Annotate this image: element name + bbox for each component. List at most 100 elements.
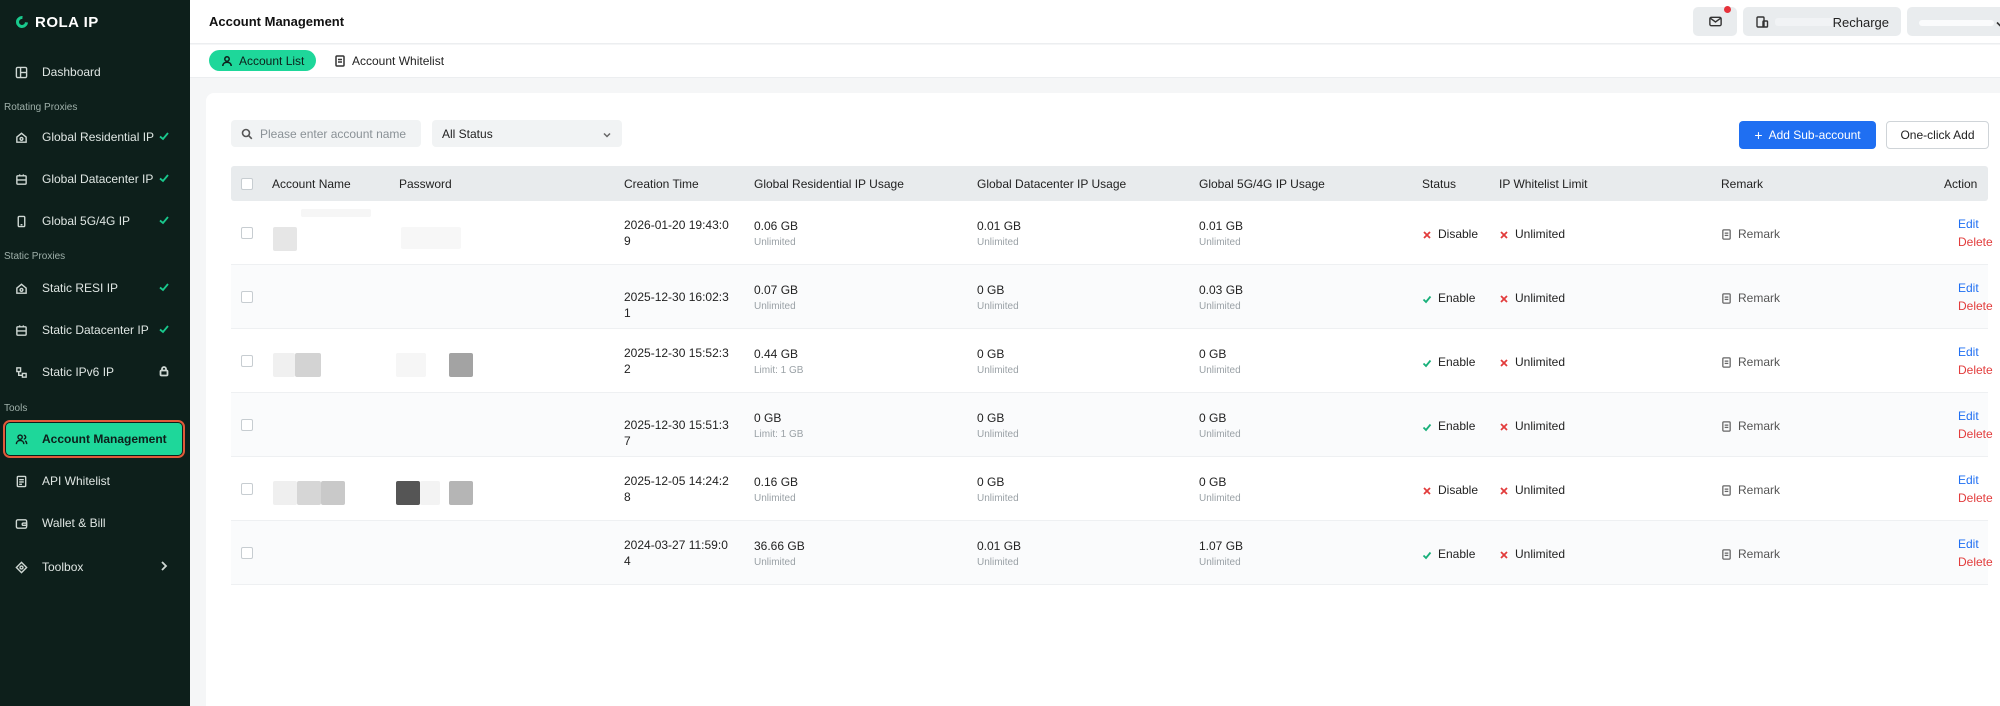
add-sub-account-label: Add Sub-account	[1768, 128, 1861, 142]
col-password[interactable]: Password	[399, 177, 452, 191]
row-checkbox[interactable]	[241, 291, 253, 303]
sidebar-item-static-datacenter[interactable]: Static Datacenter IP	[6, 314, 182, 346]
table-row: 2025-12-05 14:24:28 0.16 GB Unlimited 0 G…	[231, 457, 1993, 521]
check-icon	[158, 214, 172, 228]
sidebar-item-label: Static Datacenter IP	[42, 323, 149, 337]
check-icon	[1422, 293, 1432, 304]
remark-button[interactable]: Remark	[1721, 483, 1780, 497]
delete-link[interactable]: Delete	[1958, 491, 1993, 505]
datacenter-usage: 0 GB Unlimited	[977, 347, 1019, 376]
tab-account-list[interactable]: Account List	[209, 50, 317, 71]
datacenter-usage: 0.01 GB Unlimited	[977, 539, 1022, 568]
sidebar-item-toolbox[interactable]: Toolbox	[6, 551, 182, 583]
plus-icon: +	[1754, 127, 1763, 143]
whitelist-limit: Unlimited	[1499, 227, 1565, 241]
document-icon	[335, 54, 345, 67]
sidebar-item-static-ipv6[interactable]: Static IPv6 IP	[6, 356, 182, 388]
note-icon	[1722, 484, 1731, 496]
col-remark[interactable]: Remark	[1721, 177, 1763, 191]
toolbox-icon	[14, 560, 28, 574]
check-icon	[158, 172, 172, 186]
delete-link[interactable]: Delete	[1958, 235, 1993, 249]
row-checkbox[interactable]	[241, 227, 253, 239]
sidebar-item-wallet-bill[interactable]: Wallet & Bill	[6, 507, 182, 539]
table-row: 2024-03-27 11:59:04 36.66 GB Unlimited 0.…	[231, 521, 1993, 585]
sidebar-item-label: Dashboard	[42, 65, 101, 79]
table-header: Account Name Password Creation Time Glob…	[231, 166, 1988, 201]
delete-link[interactable]: Delete	[1958, 299, 1993, 313]
table-row: 2025-12-30 16:02:31 0.07 GB Unlimited 0 G…	[231, 265, 1993, 329]
creation-time: 2026-01-20 19:43:09	[624, 218, 729, 248]
wallet-icon	[1755, 15, 1769, 29]
close-icon	[1422, 229, 1432, 239]
col-creation-time[interactable]: Creation Time	[624, 177, 699, 191]
note-icon	[1722, 548, 1731, 560]
delete-link[interactable]: Delete	[1958, 555, 1993, 569]
sidebar-item-static-resi[interactable]: Static RESI IP	[6, 272, 182, 304]
account-name-redacted	[295, 353, 321, 377]
sidebar-item-dashboard[interactable]: Dashboard	[6, 56, 182, 88]
col-account-name[interactable]: Account Name	[272, 177, 351, 191]
add-sub-account-button[interactable]: + Add Sub-account	[1739, 121, 1876, 149]
edit-link[interactable]: Edit	[1958, 217, 1979, 231]
remark-button[interactable]: Remark	[1721, 291, 1780, 305]
tab-account-whitelist[interactable]: Account Whitelist	[322, 50, 456, 71]
whitelist-limit: Unlimited	[1499, 419, 1565, 433]
search-icon	[241, 128, 253, 139]
residential-usage: 0.16 GB Unlimited	[754, 475, 799, 504]
brand-name: ROLA IP	[35, 13, 99, 31]
password-redacted	[449, 353, 473, 377]
row-checkbox[interactable]	[241, 419, 253, 431]
messages-button[interactable]	[1693, 6, 1737, 36]
remark-button[interactable]: Remark	[1721, 355, 1780, 369]
mail-icon	[1708, 14, 1723, 29]
brand-logo[interactable]: ROLA IP	[13, 12, 99, 32]
sidebar-item-label: Toolbox	[42, 560, 84, 574]
edit-link[interactable]: Edit	[1958, 537, 1979, 551]
row-checkbox[interactable]	[241, 355, 253, 367]
edit-link[interactable]: Edit	[1958, 409, 1979, 423]
delete-link[interactable]: Delete	[1958, 363, 1993, 377]
datacenter-icon	[14, 172, 28, 186]
select-all-checkbox[interactable]	[241, 178, 253, 190]
edit-link[interactable]: Edit	[1958, 473, 1979, 487]
check-icon	[1422, 549, 1432, 560]
close-icon	[1499, 485, 1509, 495]
sidebar-item-api-whitelist[interactable]: API Whitelist	[6, 465, 182, 497]
dashboard-icon	[14, 65, 28, 79]
one-click-add-button[interactable]: One-click Add	[1886, 121, 1989, 149]
search-input[interactable]	[260, 126, 410, 141]
creation-time: 2025-12-30 16:02:31	[624, 290, 729, 320]
tab-label: Account List	[239, 53, 305, 68]
col-global-5g[interactable]: Global 5G/4G IP Usage	[1199, 177, 1325, 191]
edit-link[interactable]: Edit	[1958, 281, 1979, 295]
row-checkbox[interactable]	[241, 547, 253, 559]
col-action[interactable]: Action	[1944, 177, 1977, 191]
5g-usage: 0.03 GB Unlimited	[1199, 283, 1244, 312]
edit-link[interactable]: Edit	[1958, 345, 1979, 359]
creation-time: 2025-12-05 14:24:28	[624, 474, 729, 504]
remark-button[interactable]: Remark	[1721, 419, 1780, 433]
search-field[interactable]	[231, 120, 421, 147]
remark-button[interactable]: Remark	[1721, 547, 1780, 561]
account-name-redacted	[301, 209, 371, 217]
sidebar-item-account-management[interactable]: Account Management	[3, 420, 185, 458]
row-checkbox[interactable]	[241, 483, 253, 495]
residential-usage: 0.06 GB Unlimited	[754, 219, 799, 248]
col-global-residential[interactable]: Global Residential IP Usage	[754, 177, 904, 191]
sidebar-item-global-5g[interactable]: Global 5G/4G IP	[6, 205, 182, 237]
datacenter-usage: 0 GB Unlimited	[977, 283, 1019, 312]
lock-icon	[158, 365, 172, 379]
user-menu[interactable]	[1907, 7, 2000, 36]
sidebar-item-global-residential[interactable]: Global Residential IP	[6, 121, 182, 153]
creation-time: 2024-03-27 11:59:04	[624, 538, 728, 568]
delete-link[interactable]: Delete	[1958, 427, 1993, 441]
col-global-datacenter[interactable]: Global Datacenter IP Usage	[977, 177, 1126, 191]
sidebar-item-global-datacenter[interactable]: Global Datacenter IP	[6, 163, 182, 195]
col-whitelist-limit[interactable]: IP Whitelist Limit	[1499, 177, 1587, 191]
recharge-button[interactable]: Recharge	[1743, 7, 1901, 36]
col-status[interactable]: Status	[1422, 177, 1456, 191]
status-select[interactable]: All Status	[432, 120, 622, 147]
remark-button[interactable]: Remark	[1721, 227, 1780, 241]
5g-usage: 0 GB Unlimited	[1199, 347, 1241, 376]
